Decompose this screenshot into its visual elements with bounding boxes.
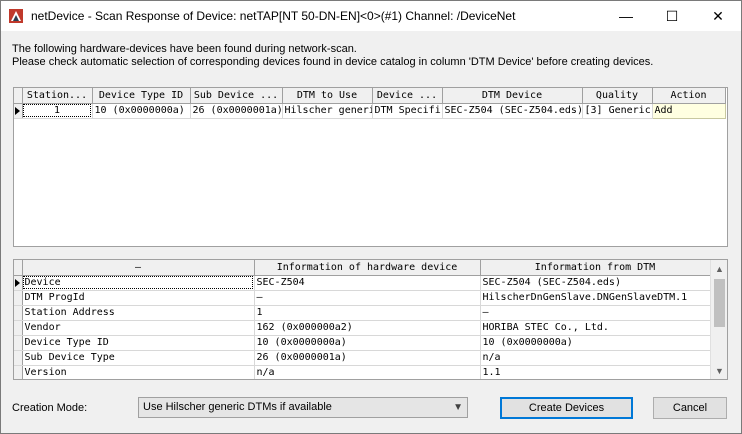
column-header-device-class[interactable]: Device ... — [372, 88, 443, 104]
cell-property-name[interactable]: Version — [22, 365, 255, 379]
row-header-corner — [14, 260, 23, 276]
minimize-button[interactable]: — — [603, 1, 649, 31]
cell-sub-device[interactable]: 26 (0x0000001a) — [190, 103, 283, 119]
table-row[interactable]: Vendor 162 (0x000000a2) HORIBA STEC Co.,… — [14, 320, 711, 336]
table-row[interactable]: Version n/a 1.1 — [14, 365, 711, 379]
cell-property-name[interactable]: Sub Device Type — [22, 350, 255, 366]
cell-dtm-device[interactable]: SEC-Z504 (SEC-Z504.eds) — [442, 103, 583, 119]
table-row[interactable]: Station Address 1 — — [14, 305, 711, 321]
cell-quality[interactable]: [3] Generic — [582, 103, 653, 119]
info-line-1: The following hardware-devices have been… — [12, 43, 357, 55]
scroll-down-icon[interactable]: ▼ — [711, 362, 727, 379]
cell-property-name[interactable]: Device — [22, 275, 255, 291]
title-bar: netDevice - Scan Response of Device: net… — [1, 1, 741, 31]
creation-mode-select[interactable]: Use Hilscher generic DTMs if available ▼ — [138, 397, 468, 418]
cell-device-class[interactable]: DTM Specifi — [372, 103, 443, 119]
info-grid-header: — Information of hardware device Informa… — [14, 260, 711, 276]
table-row[interactable]: Device Type ID 10 (0x0000000a) 10 (0x000… — [14, 335, 711, 351]
row-selector[interactable] — [14, 290, 23, 306]
scroll-up-icon[interactable]: ▲ — [711, 260, 727, 277]
create-devices-button[interactable]: Create Devices — [500, 397, 633, 419]
column-header-action[interactable]: Action — [652, 88, 726, 104]
cell-hardware-value[interactable]: n/a — [254, 365, 481, 379]
creation-mode-value: Use Hilscher generic DTMs if available — [143, 401, 332, 413]
cell-hardware-value[interactable]: 1 — [254, 305, 481, 321]
cell-dtm-value[interactable]: 10 (0x0000000a) — [480, 335, 711, 351]
cell-hardware-value[interactable]: 162 (0x000000a2) — [254, 320, 481, 336]
creation-mode-label: Creation Mode: — [12, 402, 88, 414]
vertical-scrollbar[interactable]: ▲ ▼ — [710, 260, 727, 379]
scan-grid-header: Station... Device Type ID Sub Device ...… — [14, 88, 726, 104]
scrollbar-thumb[interactable] — [714, 279, 725, 327]
cell-dtm-value[interactable]: — — [480, 305, 711, 321]
column-header-sub-device[interactable]: Sub Device ... — [190, 88, 283, 104]
chevron-down-icon: ▼ — [453, 402, 463, 413]
column-header-property[interactable]: — — [22, 260, 255, 276]
column-header-station[interactable]: Station... — [22, 88, 93, 104]
row-selector[interactable] — [14, 350, 23, 366]
current-row-arrow-icon — [15, 278, 20, 287]
scan-response-dialog: netDevice - Scan Response of Device: net… — [0, 0, 742, 434]
column-header-dtm-info[interactable]: Information from DTM — [480, 260, 711, 276]
cell-property-name[interactable]: Station Address — [22, 305, 255, 321]
column-header-dtm-to-use[interactable]: DTM to Use — [282, 88, 373, 104]
table-row[interactable]: DTM ProgId — HilscherDnGenSlave.DNGenSla… — [14, 290, 711, 306]
scan-results-grid[interactable]: Station... Device Type ID Sub Device ...… — [13, 87, 728, 247]
row-selector[interactable] — [14, 305, 23, 321]
column-header-quality[interactable]: Quality — [582, 88, 653, 104]
cell-dtm-value[interactable]: HilscherDnGenSlave.DNGenSlaveDTM.1 — [480, 290, 711, 306]
cell-action[interactable]: Add — [651, 102, 726, 119]
row-selector[interactable] — [14, 335, 23, 351]
table-row[interactable]: Sub Device Type 26 (0x0000001a) n/a — [14, 350, 711, 366]
column-header-dtm-device[interactable]: DTM Device — [442, 88, 583, 104]
window-title: netDevice - Scan Response of Device: net… — [31, 9, 516, 23]
cell-dtm-to-use[interactable]: Hilscher generi — [282, 103, 373, 119]
column-header-hardware-info[interactable]: Information of hardware device — [254, 260, 481, 276]
info-text: The following hardware-devices have been… — [12, 43, 653, 69]
cell-dtm-value[interactable]: HORIBA STEC Co., Ltd. — [480, 320, 711, 336]
close-button[interactable]: ✕ — [695, 1, 741, 31]
column-header-device-type-id[interactable]: Device Type ID — [92, 88, 191, 104]
cell-dtm-value[interactable]: SEC-Z504 (SEC-Z504.eds) — [480, 275, 711, 291]
row-selector[interactable] — [14, 320, 23, 336]
cell-dtm-value[interactable]: n/a — [480, 350, 711, 366]
row-header-corner — [14, 88, 23, 104]
device-info-grid[interactable]: — Information of hardware device Informa… — [13, 259, 728, 380]
cell-property-name[interactable]: DTM ProgId — [22, 290, 255, 306]
cell-dtm-value[interactable]: 1.1 — [480, 365, 711, 379]
cell-hardware-value[interactable]: 10 (0x0000000a) — [254, 335, 481, 351]
row-selector[interactable] — [14, 365, 23, 379]
cell-hardware-value[interactable]: 26 (0x0000001a) — [254, 350, 481, 366]
cell-hardware-value[interactable]: SEC-Z504 — [254, 275, 481, 291]
row-selector[interactable] — [14, 275, 23, 291]
cell-property-name[interactable]: Vendor — [22, 320, 255, 336]
cell-property-name[interactable]: Device Type ID — [22, 335, 255, 351]
maximize-button[interactable]: ☐ — [649, 1, 695, 31]
cell-station[interactable]: 1 — [22, 103, 93, 119]
cell-hardware-value[interactable]: — — [254, 290, 481, 306]
app-icon — [9, 9, 23, 23]
info-line-2: Please check automatic selection of corr… — [12, 56, 654, 68]
row-selector[interactable] — [14, 103, 23, 119]
table-row[interactable]: 1 10 (0x0000000a) 26 (0x0000001a) Hilsch… — [14, 102, 726, 119]
table-row[interactable]: Device SEC-Z504 SEC-Z504 (SEC-Z504.eds) — [14, 275, 711, 291]
cancel-button[interactable]: Cancel — [653, 397, 727, 419]
current-row-arrow-icon — [15, 106, 20, 115]
cell-device-type-id[interactable]: 10 (0x0000000a) — [92, 103, 191, 119]
